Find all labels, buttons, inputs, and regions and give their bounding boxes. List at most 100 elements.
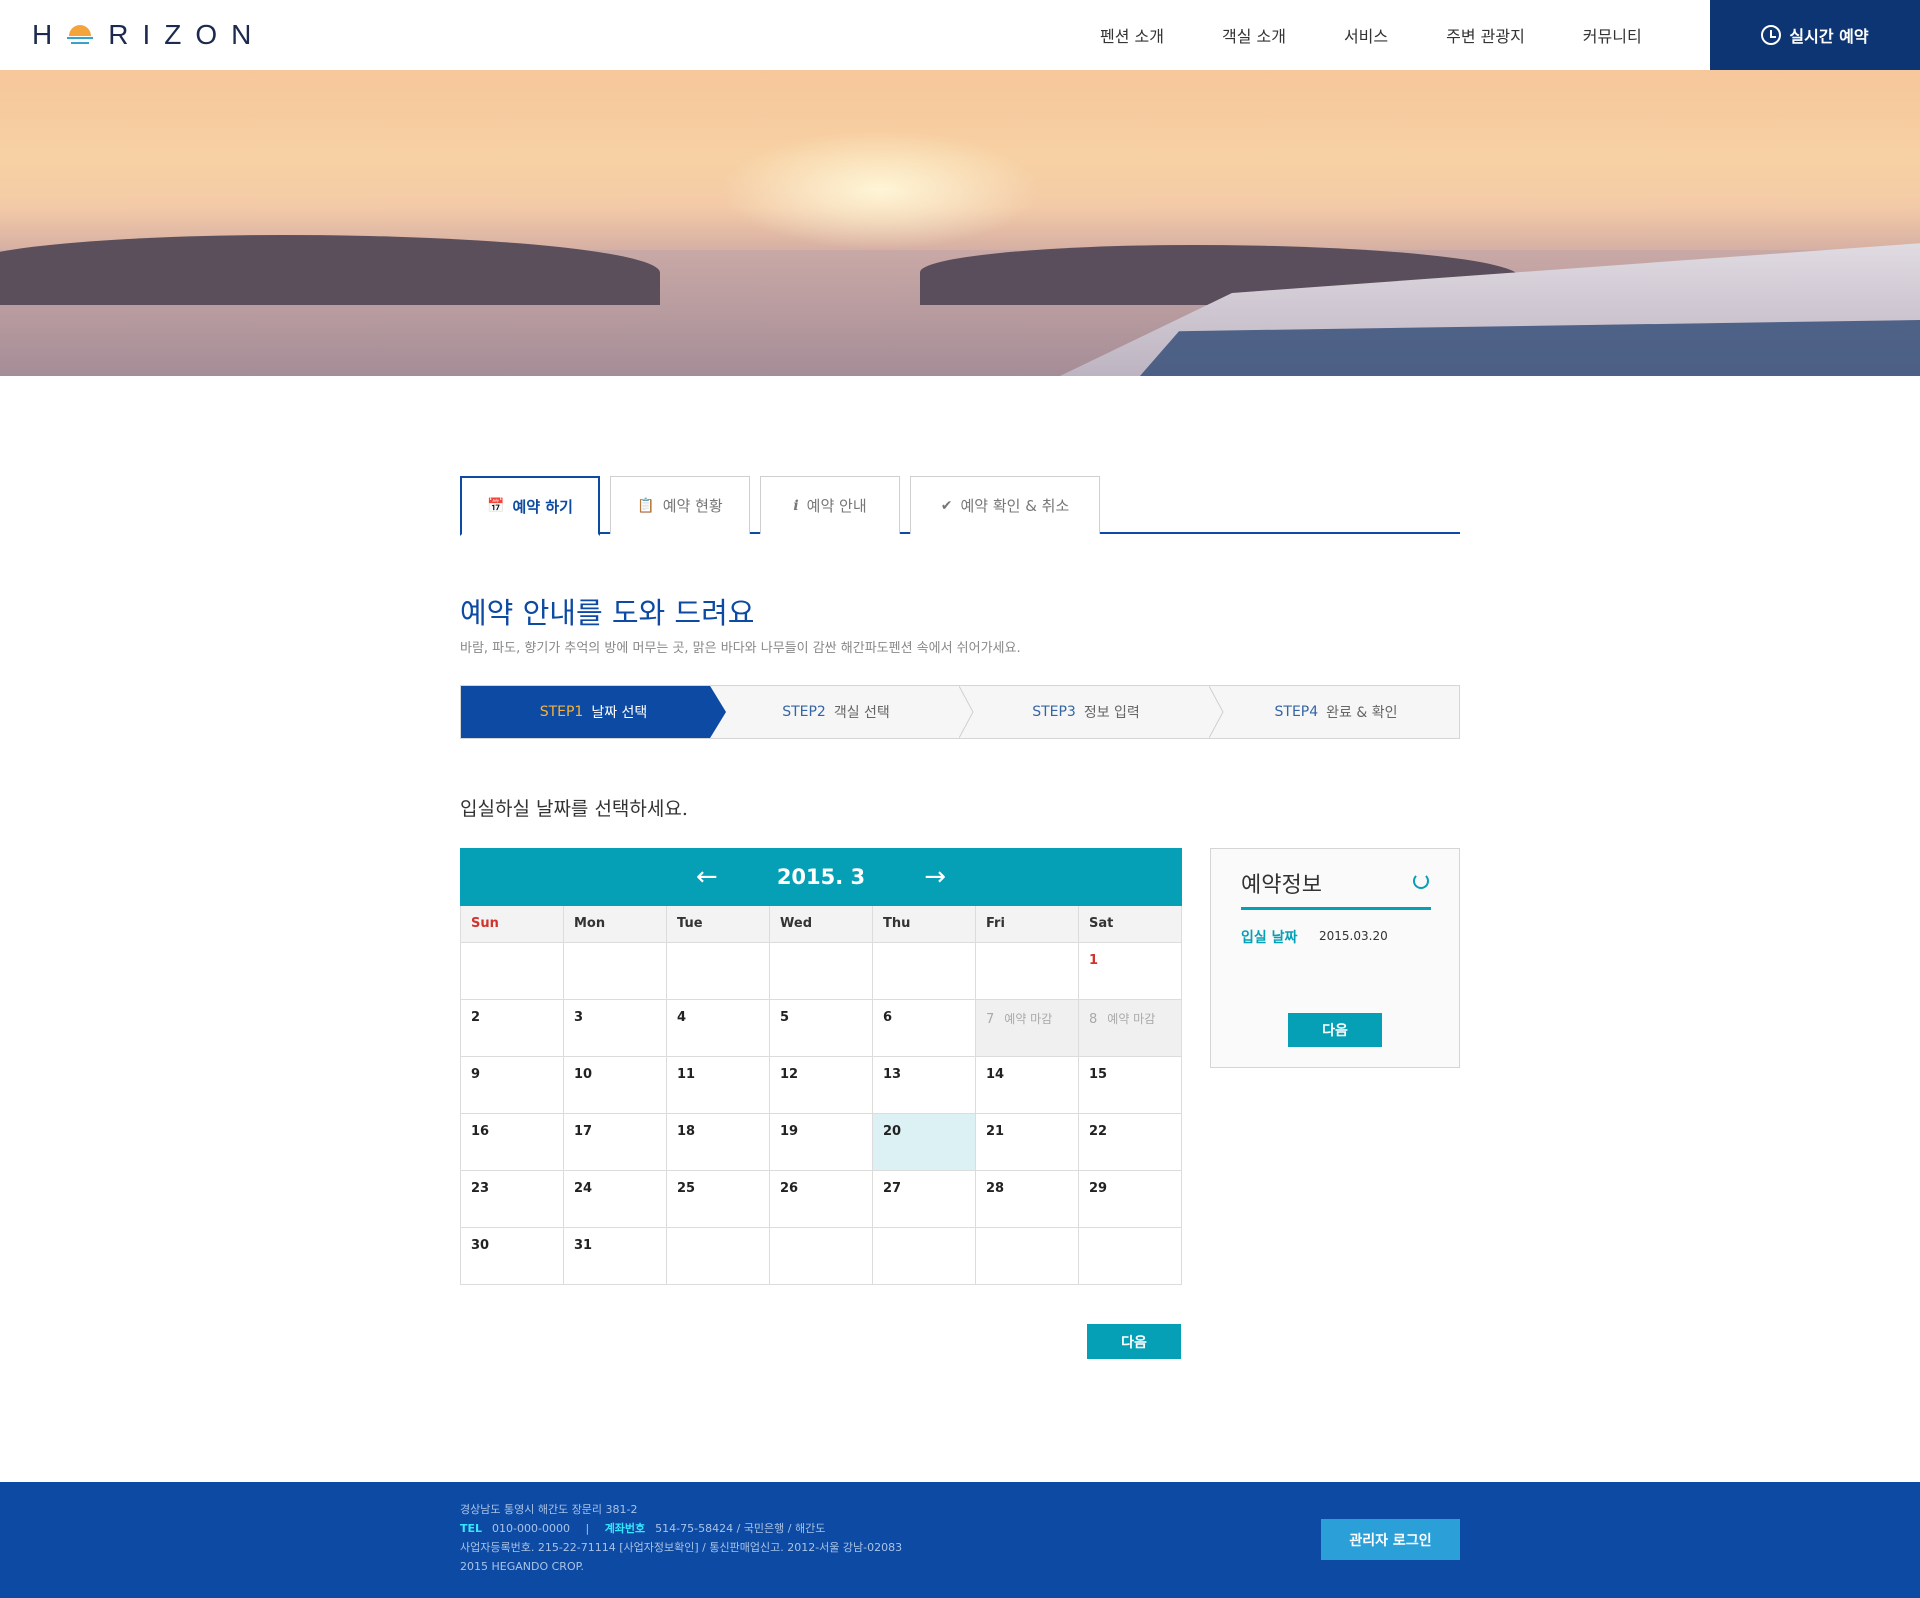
day-number: 2 [471, 1009, 481, 1025]
info-next-button[interactable]: 다음 [1288, 1013, 1382, 1047]
day-number: 14 [986, 1066, 1005, 1082]
calendar-day-29[interactable]: 29 [1078, 1169, 1182, 1228]
tab-make-reservation[interactable]: 📅 예약 하기 [460, 476, 600, 536]
info-icon: i [793, 497, 799, 514]
calendar-week: 16 17 18 19 20 21 22 [460, 1112, 1182, 1171]
refresh-icon[interactable] [1413, 873, 1429, 889]
date-prompt: 입실하실 날짜를 선택하세요. [460, 798, 688, 820]
weekday-fri: Fri [975, 906, 1079, 943]
calendar-day-6[interactable]: 6 [872, 998, 976, 1057]
realtime-label: 실시간 예약 [1789, 27, 1869, 46]
calendar-day-24[interactable]: 24 [563, 1169, 667, 1228]
calendar-empty-cell [769, 1226, 873, 1285]
checkin-label: 입실 날짜 [1241, 930, 1298, 946]
calendar-week: 30 31 [460, 1226, 1182, 1285]
reservation-tabs: 📅 예약 하기 📋 예약 현황 i 예약 안내 ✔ 예약 확인 & 취소 [460, 476, 1460, 536]
calendar-day-3[interactable]: 3 [563, 998, 667, 1057]
calendar-day-30[interactable]: 30 [460, 1226, 564, 1285]
hero-banner [0, 70, 1920, 376]
calendar-day-13[interactable]: 13 [872, 1055, 976, 1114]
calendar-day-8: 8 예약 마감 [1078, 998, 1182, 1057]
calendar-day-21[interactable]: 21 [975, 1112, 1079, 1171]
calendar-day-1[interactable]: 1 [1078, 941, 1182, 1000]
day-number: 25 [677, 1180, 696, 1196]
day-number: 26 [780, 1180, 799, 1196]
logo-letter-h: H [32, 19, 67, 50]
prev-month-arrow-icon[interactable]: ← [677, 862, 737, 892]
footer-contact: TEL 010-000-0000 | 계좌번호 514-75-58424 / 국민은… [460, 1519, 902, 1538]
calendar-day-18[interactable]: 18 [666, 1112, 770, 1171]
calendar-day-25[interactable]: 25 [666, 1169, 770, 1228]
calendar-day-11[interactable]: 11 [666, 1055, 770, 1114]
day-number: 20 [883, 1123, 902, 1139]
calendar-header: ← 2015. 3 → [460, 848, 1182, 906]
calendar-day-27[interactable]: 27 [872, 1169, 976, 1228]
day-number: 31 [574, 1237, 593, 1253]
calendar-week: 1 [460, 941, 1182, 1000]
footer-copyright: 2015 HEGANDO CROP. [460, 1560, 585, 1573]
footer: 경상남도 통영시 해간도 장문리 381-2 TEL 010-000-0000 |… [0, 1482, 1920, 1598]
step-3: STEP3 정보 입력 [961, 686, 1211, 738]
nav-service[interactable]: 서비스 [1344, 23, 1388, 47]
nav-room-intro[interactable]: 객실 소개 [1222, 23, 1286, 47]
calendar-day-16[interactable]: 16 [460, 1112, 564, 1171]
admin-login-button[interactable]: 관리자 로그인 [1321, 1519, 1460, 1560]
tab-reservation-guide[interactable]: i 예약 안내 [760, 476, 900, 534]
tel-label: TEL [460, 1522, 483, 1535]
logo-text-rest: RIZON [108, 19, 266, 50]
nav-attractions[interactable]: 주변 관광지 [1446, 23, 1525, 47]
step-number: STEP1 [539, 704, 584, 720]
calendar-day-26[interactable]: 26 [769, 1169, 873, 1228]
calendar-week: 23 24 25 26 27 28 29 [460, 1169, 1182, 1228]
calendar-day-23[interactable]: 23 [460, 1169, 564, 1228]
calendar-empty-cell [666, 941, 770, 1000]
calendar-day-22[interactable]: 22 [1078, 1112, 1182, 1171]
calendar-day-17[interactable]: 17 [563, 1112, 667, 1171]
calendar-month: 2015. 3 [776, 865, 866, 889]
weekday-tue: Tue [666, 906, 770, 943]
day-number: 4 [677, 1009, 687, 1025]
logo[interactable]: H RIZON [32, 18, 265, 52]
calendar-day-28[interactable]: 28 [975, 1169, 1079, 1228]
clock-icon [1761, 25, 1782, 45]
weekday-wed: Wed [769, 906, 873, 943]
next-button[interactable]: 다음 [1087, 1324, 1181, 1359]
step-label: 날짜 선택 [591, 705, 648, 721]
calendar-day-2[interactable]: 2 [460, 998, 564, 1057]
calendar-day-10[interactable]: 10 [563, 1055, 667, 1114]
footer-biz: 사업자등록번호. 215-22-71114 [사업자정보확인] / 통신판매업신… [460, 1541, 903, 1554]
calendar-day-14[interactable]: 14 [975, 1055, 1079, 1114]
calendar-icon: 📅 [487, 498, 505, 514]
day-number: 11 [677, 1066, 696, 1082]
calendar-day-12[interactable]: 12 [769, 1055, 873, 1114]
step-label: 객실 선택 [833, 705, 890, 721]
calendar-day-9[interactable]: 9 [460, 1055, 564, 1114]
calendar-day-31[interactable]: 31 [563, 1226, 667, 1285]
calendar: ← 2015. 3 → Sun Mon Tue Wed Thu Fri Sat 123456… [460, 848, 1182, 1285]
day-number: 30 [471, 1237, 490, 1253]
tab-reservation-status[interactable]: 📋 예약 현황 [610, 476, 750, 534]
calendar-day-5[interactable]: 5 [769, 998, 873, 1057]
nav-community[interactable]: 커뮤니티 [1583, 23, 1642, 47]
calendar-day-19[interactable]: 19 [769, 1112, 873, 1171]
calendar-empty-cell [769, 941, 873, 1000]
day-number: 7 [986, 1011, 995, 1027]
calendar-day-20[interactable]: 20 [872, 1112, 976, 1171]
calendar-day-4[interactable]: 4 [666, 998, 770, 1057]
calendar-empty-cell [563, 941, 667, 1000]
calendar-day-15[interactable]: 15 [1078, 1055, 1182, 1114]
tab-label: 예약 현황 [662, 497, 723, 515]
weekday-row: Sun Mon Tue Wed Thu Fri Sat [460, 906, 1182, 943]
day-number: 24 [574, 1180, 593, 1196]
day-number: 16 [471, 1123, 490, 1139]
next-month-arrow-icon[interactable]: → [905, 862, 965, 892]
calendar-empty-cell [1078, 1226, 1182, 1285]
info-divider [1241, 907, 1431, 910]
tab-confirm-cancel[interactable]: ✔ 예약 확인 & 취소 [910, 476, 1100, 534]
step-4: STEP4 완료 & 확인 [1211, 686, 1461, 738]
weekday-thu: Thu [872, 906, 976, 943]
step-progress: STEP1 날짜 선택 STEP2 객실 선택 STEP3 정보 입력 STEP… [460, 685, 1460, 739]
realtime-reservation-button[interactable]: 실시간 예약 [1710, 0, 1920, 70]
day-number: 21 [986, 1123, 1005, 1139]
nav-pension-intro[interactable]: 펜션 소개 [1100, 23, 1164, 47]
